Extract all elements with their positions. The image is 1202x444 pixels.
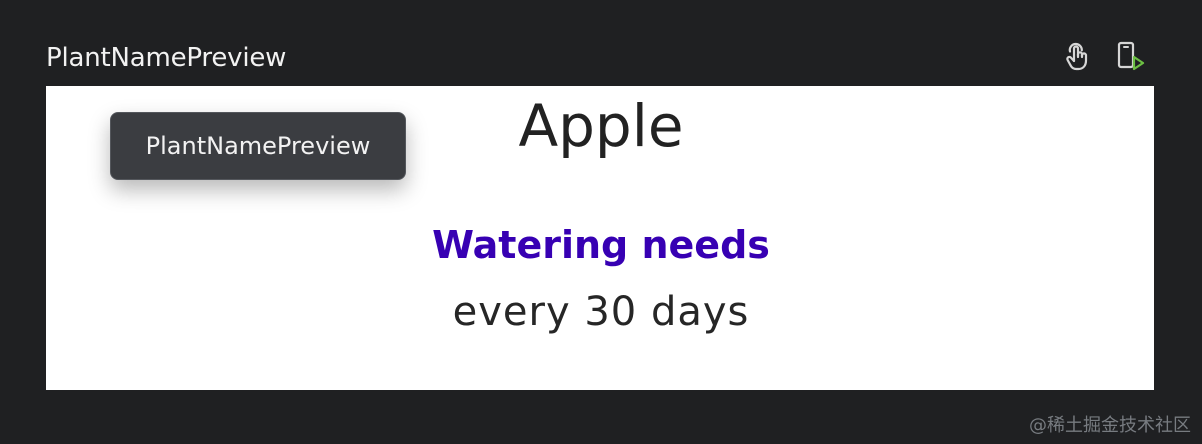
watering-needs-label: Watering needs bbox=[432, 223, 770, 267]
touch-icon bbox=[1066, 42, 1088, 71]
preview-toolbar bbox=[1060, 40, 1148, 74]
compose-preview-window: PlantNamePreview Apple Watering needs ev… bbox=[0, 0, 1202, 444]
watering-interval: every 30 days bbox=[452, 289, 750, 335]
watermark: @稀土掘金技术社区 bbox=[1029, 415, 1191, 436]
interactive-mode-button[interactable] bbox=[1060, 40, 1094, 74]
preview-name-tooltip: PlantNamePreview bbox=[110, 112, 406, 180]
device-run-icon bbox=[1117, 41, 1145, 71]
preview-title: PlantNamePreview bbox=[46, 43, 287, 73]
deploy-preview-button[interactable] bbox=[1114, 40, 1148, 74]
